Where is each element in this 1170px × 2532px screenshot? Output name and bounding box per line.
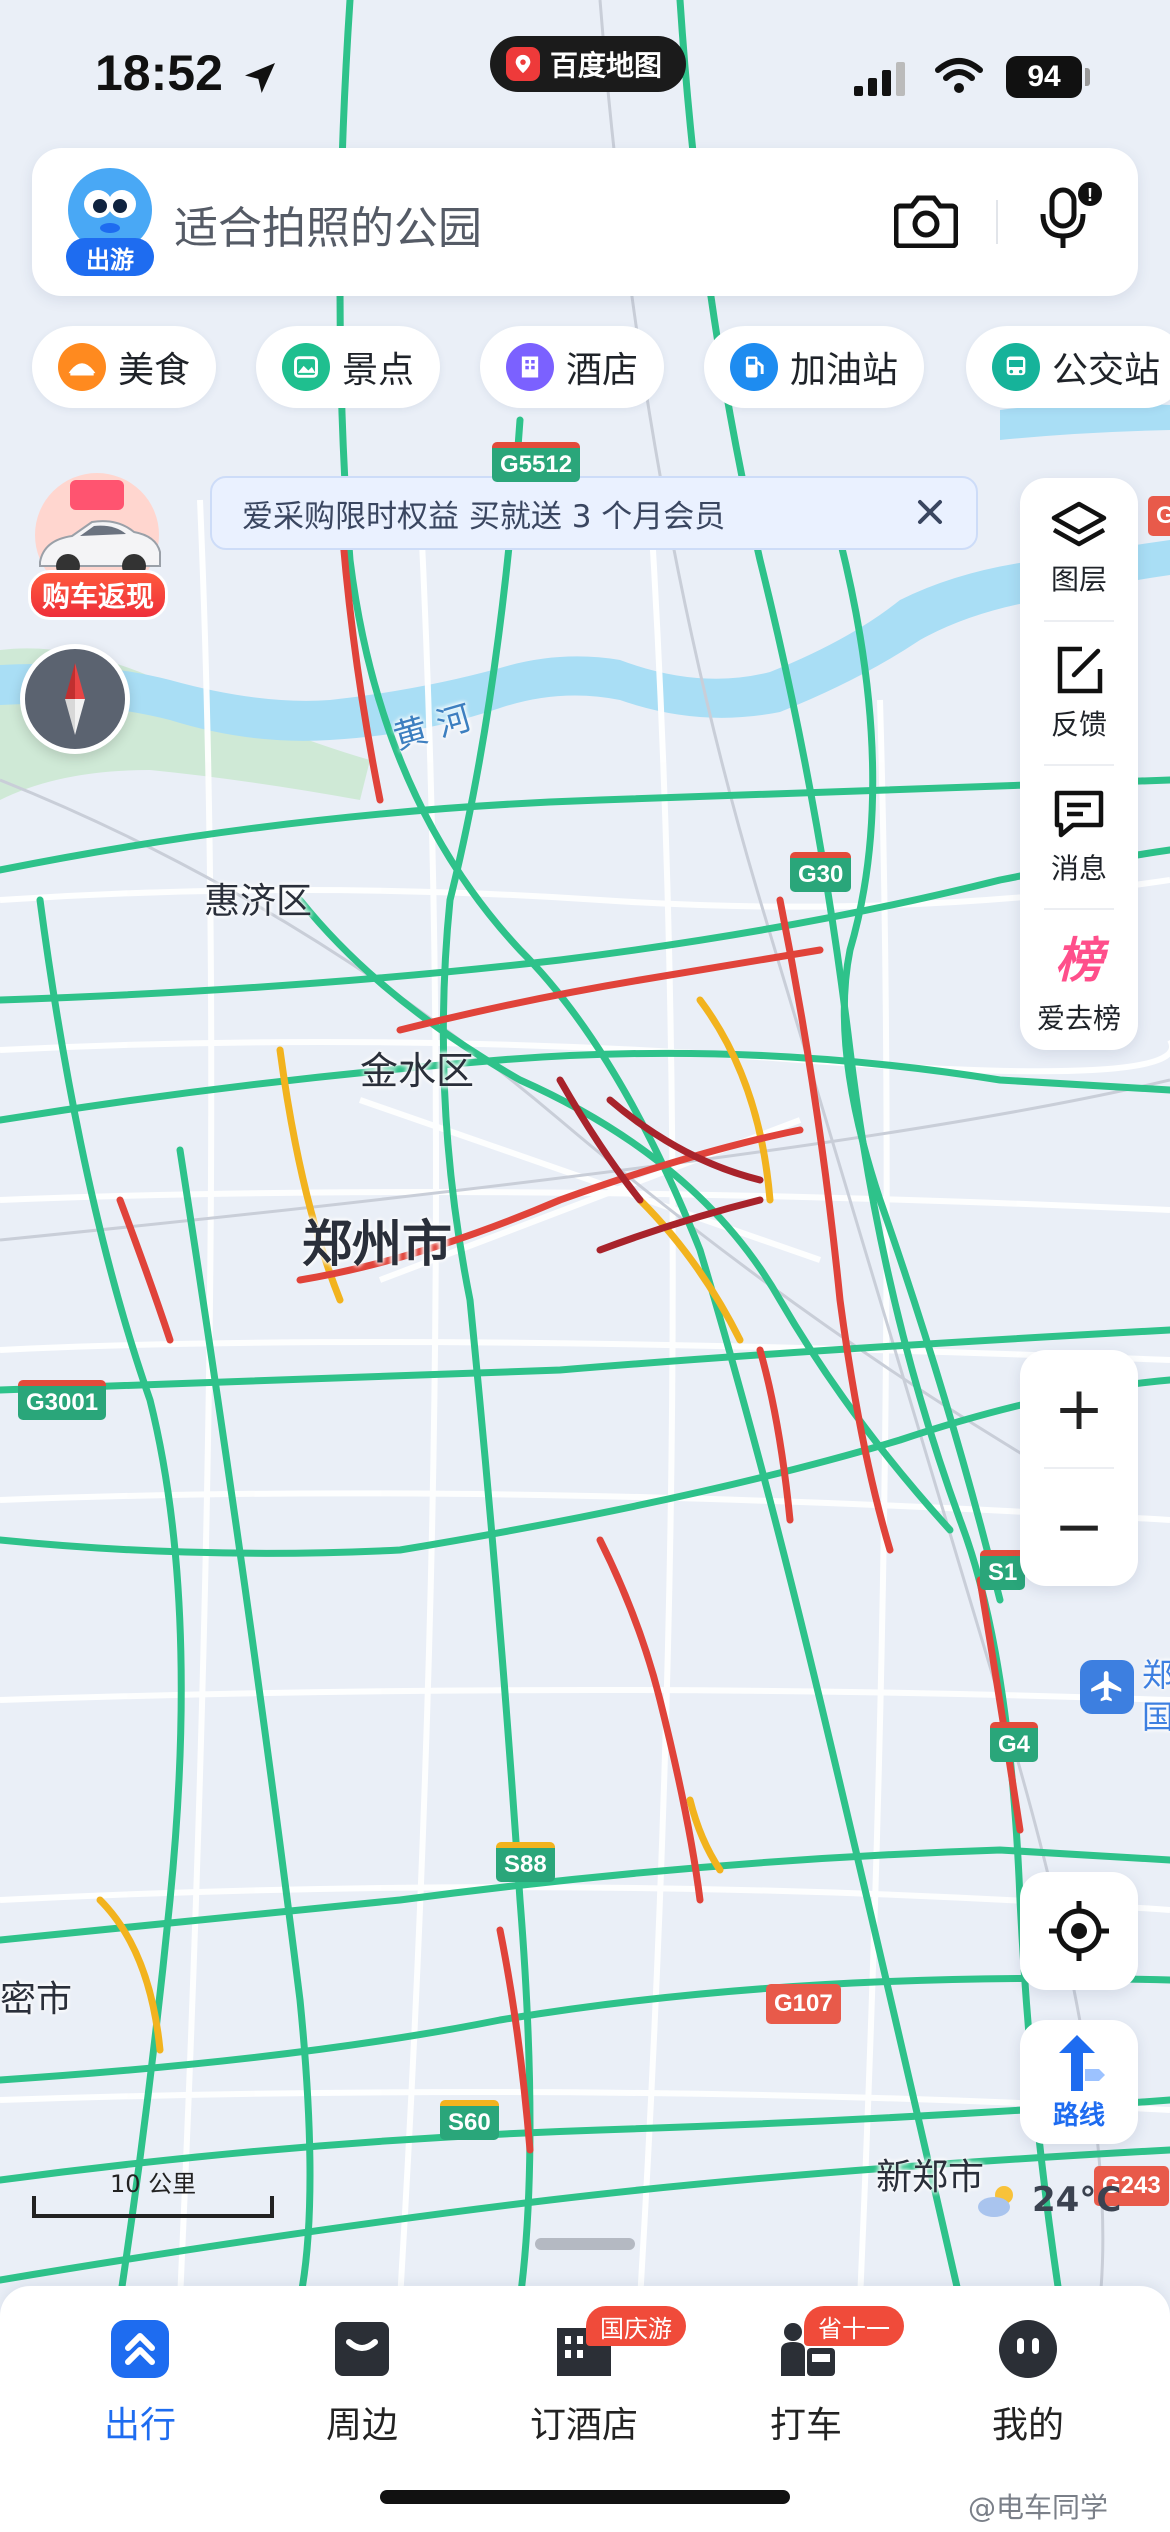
airport-icon[interactable] bbox=[1080, 1660, 1134, 1714]
baidu-map-logo-icon bbox=[506, 47, 540, 81]
battery-level: 94 bbox=[1006, 56, 1082, 98]
map-label-airport-1[interactable]: 郑 bbox=[1142, 1650, 1170, 1696]
map-label-jinshui[interactable]: 金水区 bbox=[360, 1040, 474, 1095]
road-shield-g30: G30 bbox=[790, 852, 852, 892]
tab-badge-national-day: 国庆游 bbox=[586, 2306, 686, 2346]
tab-travel[interactable]: 出行 bbox=[40, 2314, 240, 2448]
tab-nearby[interactable]: 周边 bbox=[262, 2314, 462, 2448]
message-button[interactable]: 消息 bbox=[1020, 766, 1138, 908]
road-shield-g107: G107 bbox=[766, 1984, 841, 2024]
bus-stop-icon bbox=[992, 343, 1040, 391]
home-indicator bbox=[380, 2490, 790, 2504]
gas-station-icon bbox=[730, 343, 778, 391]
layers-icon bbox=[1051, 501, 1107, 547]
map-label-huiji[interactable]: 惠济区 bbox=[204, 872, 312, 924]
weather-temp: 24°C bbox=[1032, 2180, 1122, 2220]
road-shield-s1: S1 bbox=[980, 1550, 1026, 1590]
route-arrow-icon bbox=[1059, 2034, 1105, 2091]
scale-bar bbox=[32, 2196, 274, 2218]
status-time: 18:52 bbox=[95, 45, 223, 101]
weather-widget[interactable]: 24°C bbox=[976, 2180, 1121, 2220]
tab-profile[interactable]: 我的 bbox=[928, 2314, 1128, 2448]
compass-needle-icon bbox=[65, 663, 85, 735]
tab-label: 我的 bbox=[991, 2405, 1064, 2446]
food-icon bbox=[58, 343, 106, 391]
map-label-airport-2[interactable]: 国 bbox=[1142, 1692, 1170, 1738]
road-shield-s88: S88 bbox=[496, 1842, 555, 1882]
car-promo-label[interactable]: 购车返现 bbox=[28, 570, 168, 620]
message-icon bbox=[1054, 790, 1104, 838]
road-shield-g5512: G5512 bbox=[492, 442, 581, 482]
partly-cloudy-icon bbox=[978, 2186, 1013, 2217]
feedback-button[interactable]: 反馈 bbox=[1020, 622, 1138, 764]
location-arrow-icon bbox=[245, 63, 275, 93]
category-gas-station[interactable]: 加油站 bbox=[704, 326, 925, 408]
svg-text:!: ! bbox=[1087, 185, 1093, 205]
microphone-icon[interactable]: ! bbox=[1034, 182, 1102, 254]
zoom-controls: + − bbox=[1020, 1350, 1138, 1586]
scenic-icon bbox=[282, 343, 330, 391]
category-label: 公交站 bbox=[1052, 350, 1161, 391]
scale-label: 10 公里 bbox=[110, 2170, 197, 2198]
notice-text: 爱采购限时权益 买就送 3 个月会员 bbox=[242, 498, 726, 535]
cellular-signal-icon bbox=[854, 62, 905, 96]
tab-label: 周边 bbox=[325, 2405, 398, 2446]
watermark: @电车同学 bbox=[968, 2491, 1109, 2524]
layers-button[interactable]: 图层 bbox=[1020, 478, 1138, 620]
battery-tip bbox=[1085, 68, 1090, 86]
route-button[interactable]: 路线 bbox=[1020, 2020, 1138, 2144]
category-bus-stop[interactable]: 公交站 bbox=[966, 326, 1170, 408]
tool-label: 反馈 bbox=[1050, 708, 1107, 741]
mascot-tag: 出游 bbox=[66, 238, 154, 276]
feedback-icon bbox=[1057, 646, 1103, 694]
search-divider bbox=[996, 200, 998, 244]
category-label: 酒店 bbox=[566, 350, 639, 391]
tab-hotel-booking[interactable]: 订酒店 国庆游 bbox=[484, 2306, 686, 2448]
route-label: 路线 bbox=[1052, 2100, 1105, 2131]
tool-label: 爱去榜 bbox=[1036, 1002, 1121, 1035]
close-icon[interactable] bbox=[908, 490, 952, 534]
mascot-icon[interactable]: 出游 bbox=[64, 166, 156, 276]
search-input[interactable]: 适合拍照的公园 bbox=[174, 192, 482, 256]
tab-label: 出行 bbox=[103, 2405, 176, 2446]
notice-banner[interactable]: 爱采购限时权益 买就送 3 个月会员 bbox=[210, 476, 978, 550]
camera-icon[interactable] bbox=[894, 192, 958, 248]
tab-badge-savings: 省十一 bbox=[804, 2306, 904, 2346]
ranking-button[interactable]: 榜 爱去榜 bbox=[1020, 908, 1138, 1050]
tab-label: 打车 bbox=[769, 2405, 842, 2446]
tool-label: 消息 bbox=[1050, 852, 1107, 885]
road-shield-g3001: G3001 bbox=[18, 1380, 107, 1420]
category-label: 美食 bbox=[118, 350, 191, 391]
road-shield-g4: G4 bbox=[990, 1722, 1039, 1762]
tab-label: 订酒店 bbox=[529, 2405, 638, 2446]
status-app-label: 百度地图 bbox=[550, 49, 663, 82]
status-app-pill[interactable]: 百度地图 bbox=[490, 36, 687, 92]
road-shield-g-partial: G bbox=[1148, 496, 1170, 536]
search-bar[interactable]: 出游 适合拍照的公园 ! bbox=[32, 148, 1138, 296]
locate-me-button[interactable] bbox=[1020, 1872, 1138, 1990]
wifi-icon bbox=[935, 58, 983, 93]
map-label-mi[interactable]: 密市 bbox=[0, 1970, 72, 2022]
hotel-icon bbox=[506, 343, 554, 391]
compass-button[interactable] bbox=[20, 644, 130, 754]
nearby-icon bbox=[327, 2314, 397, 2384]
category-food[interactable]: 美食 bbox=[32, 326, 217, 408]
map-label-xinzheng[interactable]: 新郑市 bbox=[876, 2148, 984, 2200]
sheet-drag-handle[interactable] bbox=[535, 2238, 635, 2250]
locate-icon bbox=[1049, 1901, 1109, 1961]
zoom-out-button[interactable]: − bbox=[1020, 1468, 1138, 1586]
map-label-city[interactable]: 郑州市 bbox=[302, 1204, 452, 1276]
travel-icon bbox=[105, 2314, 175, 2384]
category-label: 景点 bbox=[342, 350, 415, 391]
category-label: 加油站 bbox=[790, 350, 899, 391]
tool-label: 图层 bbox=[1050, 563, 1107, 596]
category-hotel[interactable]: 酒店 bbox=[480, 326, 665, 408]
ranking-icon: 榜 bbox=[1054, 933, 1103, 989]
category-scenic[interactable]: 景点 bbox=[256, 326, 441, 408]
tab-taxi[interactable]: 打车 省十一 bbox=[706, 2306, 906, 2448]
profile-icon bbox=[993, 2314, 1063, 2384]
road-shield-s60: S60 bbox=[440, 2100, 499, 2140]
map-tools-panel: 图层 反馈 消息 榜 爱去榜 bbox=[1020, 478, 1138, 1050]
zoom-in-button[interactable]: + bbox=[1020, 1350, 1138, 1468]
